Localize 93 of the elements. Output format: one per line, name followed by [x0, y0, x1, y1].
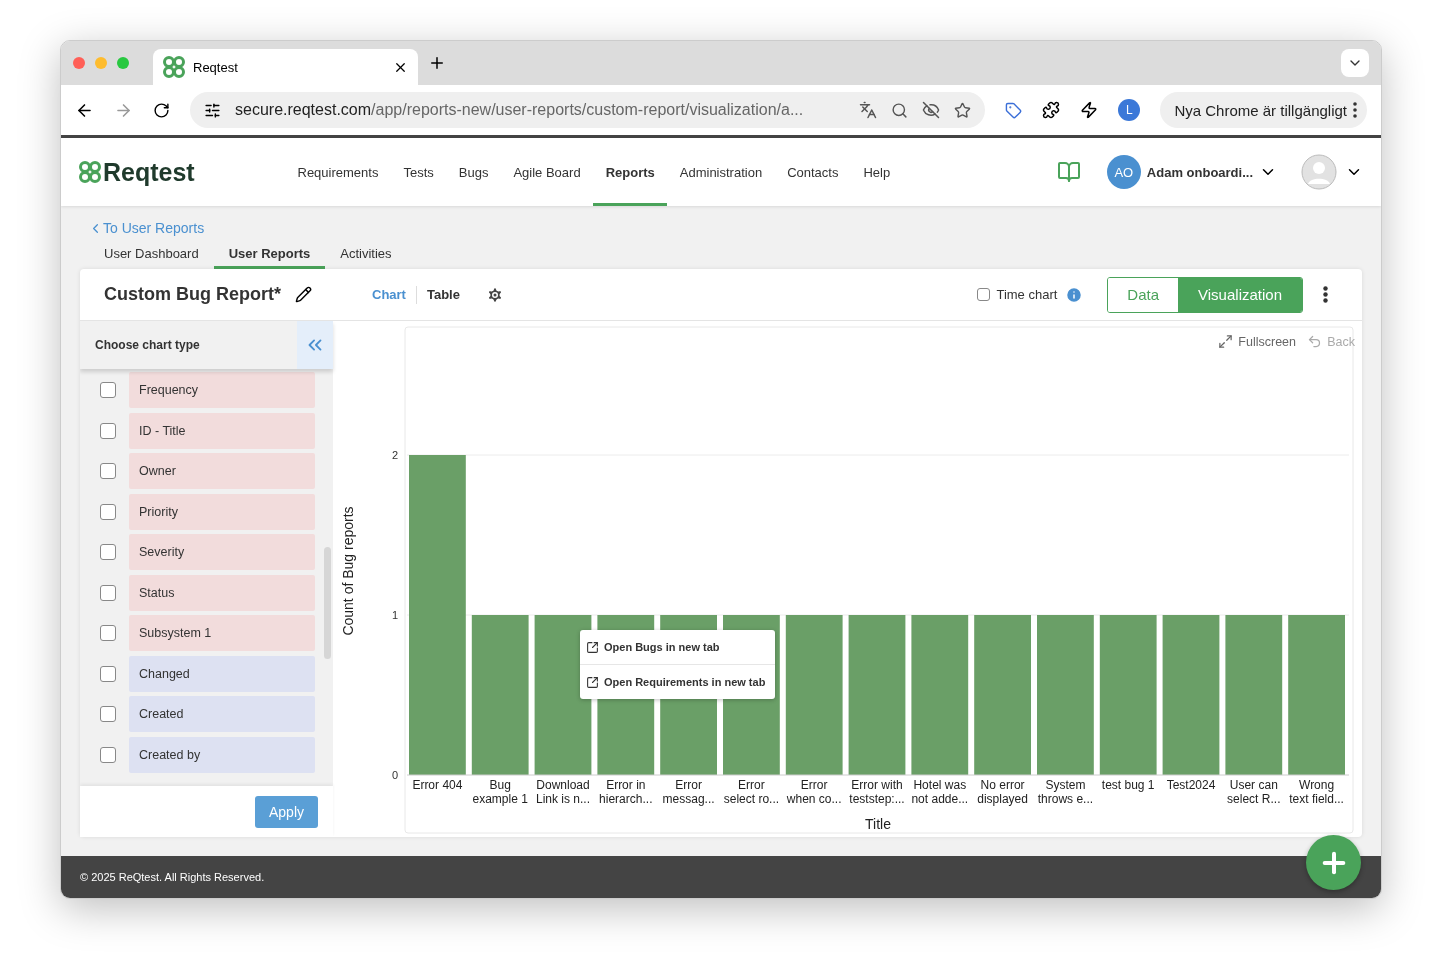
nav-link[interactable]: Administration [667, 138, 775, 206]
book-icon[interactable] [1056, 160, 1081, 184]
field-chip[interactable]: Frequency [129, 372, 315, 408]
field-chip[interactable]: Created by [129, 736, 315, 773]
field-checkbox[interactable] [100, 503, 116, 520]
x-tick-label: Bug example 1 [472, 778, 528, 806]
x-tick-label: Error messag... [662, 778, 715, 806]
field-chip[interactable]: Status [129, 574, 315, 611]
field-chip[interactable]: Priority [129, 493, 315, 530]
logo-icon [79, 161, 101, 183]
field-checkbox[interactable] [100, 422, 116, 439]
nav-link[interactable]: Contacts [774, 138, 851, 206]
x-tick-label: Error select ro... [723, 778, 780, 806]
nav-link[interactable]: Help [850, 138, 903, 206]
y-tick-label: 1 [391, 609, 398, 621]
x-tick-label: Wrong text field... [1289, 778, 1344, 806]
site-settings-icon[interactable] [204, 101, 221, 119]
nav-link[interactable]: Tests [390, 138, 447, 206]
view-tab[interactable]: Table [416, 287, 470, 302]
update-chrome-button[interactable]: Nya Chrome är tillgängligt [1160, 92, 1367, 128]
x-tick-label: System throws e... [1037, 778, 1094, 806]
y-axis-title: Count of Bug reports [340, 506, 356, 636]
edit-icon[interactable] [295, 286, 312, 303]
field-checkbox[interactable] [100, 625, 116, 641]
panel-title: Choose chart type [95, 338, 200, 352]
field-chip[interactable]: Owner [129, 453, 315, 489]
lightning-icon[interactable] [1080, 101, 1099, 119]
y-tick-label: 0 [391, 769, 398, 781]
field-checkbox[interactable] [100, 665, 116, 682]
close-window-button[interactable] [73, 57, 85, 69]
nav-link[interactable]: Requirements [285, 138, 391, 206]
field-checkbox[interactable] [100, 706, 116, 722]
eye-off-icon[interactable] [922, 101, 941, 119]
extensions-icon[interactable] [1042, 101, 1061, 119]
external-link-icon [586, 640, 599, 654]
menu-item[interactable]: Open Requirements in new tab [580, 665, 775, 699]
x-tick-label: Error 404 [412, 778, 463, 792]
field-chip[interactable]: Subsystem 1 [129, 615, 315, 651]
logo-text: Reqtest [103, 157, 195, 187]
x-tick-label: Test2024 [1166, 778, 1216, 792]
x-tick-label: Hotel was not adde... [911, 778, 969, 806]
sub-tab[interactable]: User Dashboard [89, 240, 214, 269]
tab-title: Reqtest [193, 59, 238, 75]
x-tick-label: User can select R... [1227, 778, 1281, 806]
x-tick-label: test bug 1 [1101, 778, 1155, 792]
nav-link[interactable]: Agile Board [500, 138, 594, 206]
tag-icon[interactable] [1005, 101, 1023, 119]
report-title: Custom Bug Report* [104, 284, 281, 305]
browser-tab[interactable]: Reqtest [153, 49, 418, 85]
zoom-icon[interactable] [891, 101, 909, 119]
more-icon[interactable] [1323, 286, 1328, 303]
user-name[interactable]: Adam onboardi... [1146, 164, 1253, 180]
x-tick-label: Error with teststep:... [849, 778, 905, 806]
nav-link[interactable]: Bugs [446, 138, 501, 206]
sub-tab[interactable]: Activities [325, 240, 407, 269]
field-checkbox[interactable] [100, 463, 116, 479]
info-icon[interactable] [1065, 285, 1084, 304]
menu-item[interactable]: Open Bugs in new tab [580, 630, 775, 665]
x-tick-label: No error displayed [977, 778, 1028, 806]
nav-link[interactable]: Reports [593, 138, 668, 206]
reload-icon[interactable] [153, 101, 170, 119]
logo-icon [163, 56, 185, 78]
field-checkbox[interactable] [100, 584, 116, 601]
bar[interactable] [1162, 615, 1220, 775]
external-link-icon [586, 675, 599, 689]
fullscreen-button[interactable]: Fullscreen [1218, 334, 1296, 349]
expand-icon [1218, 334, 1234, 349]
address-bar[interactable]: secure.reqtest.com/app/reports-new/user-reports/custom-report/visualization/a... [190, 92, 986, 128]
url-text: secure.reqtest.com/app/reports-new/user-reports/custom-report/visualization/a... [235, 101, 805, 119]
undo-arrow-icon [1307, 334, 1323, 349]
more-icon [1353, 102, 1357, 118]
bookmark-star-icon[interactable] [954, 101, 972, 119]
x-axis-title: Title [865, 816, 891, 832]
collapse-button[interactable] [297, 321, 333, 369]
new-tab-icon[interactable] [428, 54, 446, 72]
x-tick-label: Error in hierarch... [599, 778, 653, 806]
field-checkbox[interactable] [100, 382, 116, 398]
x-tick-label: Download Link is n... [536, 778, 590, 806]
field-checkbox[interactable] [100, 544, 116, 560]
field-chip[interactable]: Created [129, 696, 315, 732]
translate-icon[interactable] [859, 101, 878, 119]
field-chip[interactable]: ID - Title [129, 412, 315, 449]
field-checkbox[interactable] [100, 746, 116, 763]
y-tick-label: 2 [391, 449, 398, 461]
field-chip[interactable]: Severity [129, 534, 315, 570]
copyright-text: © 2025 ReQtest. All Rights Reserved. [80, 871, 265, 883]
field-chip[interactable]: Changed [129, 655, 315, 692]
tab-search-button[interactable] [1341, 49, 1369, 77]
time-chart-checkbox[interactable]: Time chart [977, 287, 1058, 302]
bar[interactable] [848, 615, 906, 775]
profile-avatar[interactable]: L [1118, 99, 1141, 121]
x-tick-label: Error when co... [786, 778, 842, 806]
scrollbar[interactable] [324, 547, 331, 659]
